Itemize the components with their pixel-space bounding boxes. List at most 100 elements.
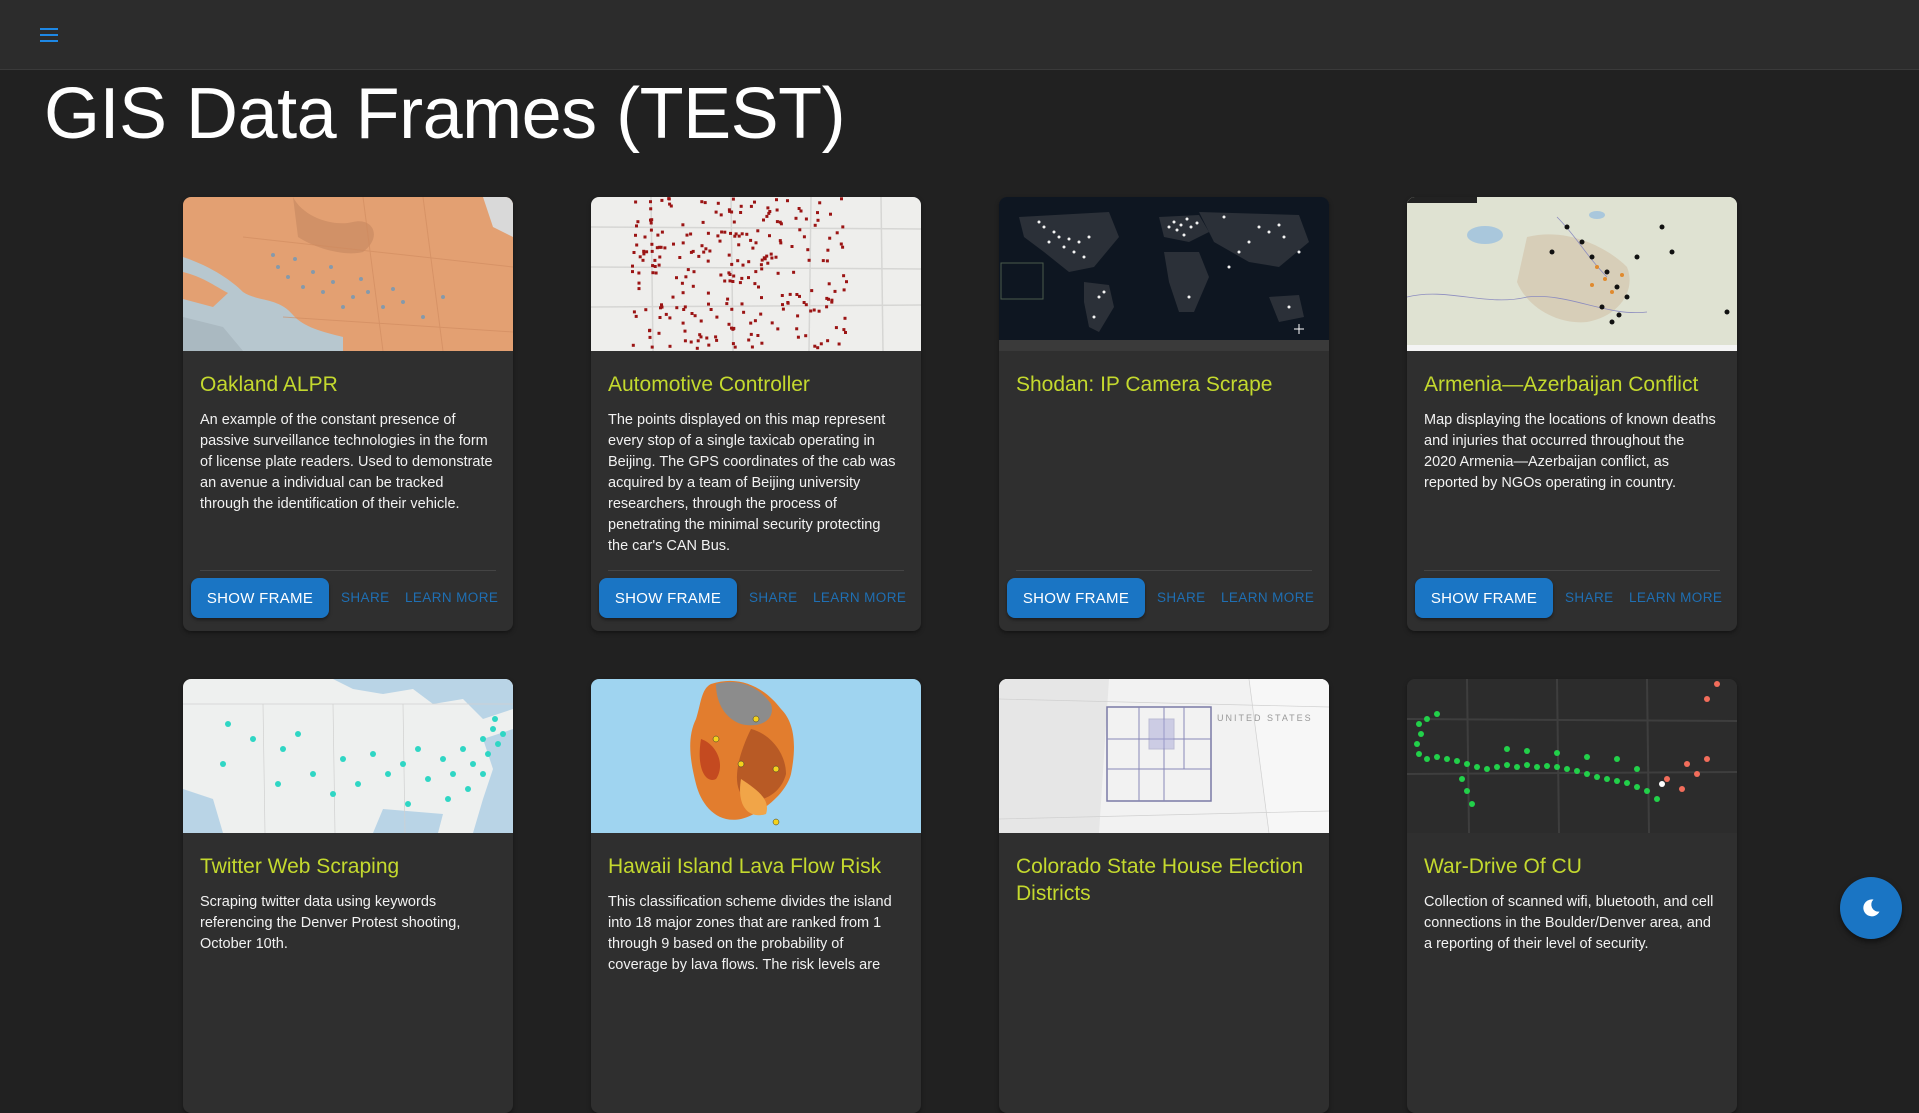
- taxi-stop-marker: [660, 303, 663, 307]
- taxi-stop-marker: [798, 294, 801, 298]
- learn-more-button[interactable]: LEARN MORE: [405, 590, 498, 605]
- taxi-stop-marker: [700, 200, 704, 204]
- taxi-stop-marker: [754, 270, 758, 274]
- page-title: GIS Data Frames (TEST): [44, 74, 846, 154]
- taxi-stop-marker: [664, 312, 668, 316]
- taxi-stop-marker: [816, 346, 820, 350]
- taxi-stop-marker: [775, 208, 779, 212]
- show-frame-button[interactable]: SHOW FRAME: [1415, 578, 1553, 618]
- card-divider: [608, 570, 904, 571]
- taxi-stop-marker: [649, 207, 653, 211]
- taxi-stop-marker: [751, 246, 755, 250]
- learn-more-button[interactable]: LEARN MORE: [813, 590, 906, 605]
- taxi-stop-marker: [651, 271, 655, 275]
- taxi-stop-marker: [775, 220, 779, 224]
- taxi-stop-marker: [699, 319, 703, 323]
- taxi-stop-marker: [737, 234, 741, 238]
- taxi-stop-marker: [741, 263, 745, 267]
- taxi-stop-marker: [754, 241, 758, 245]
- taxi-stop-marker: [718, 239, 722, 243]
- share-button[interactable]: SHARE: [749, 590, 798, 605]
- taxi-stop-marker: [749, 238, 753, 242]
- share-button[interactable]: SHARE: [341, 590, 390, 605]
- taxi-stop-marker: [816, 211, 819, 215]
- taxi-stop-marker: [682, 308, 686, 311]
- hamburger-menu-icon[interactable]: [34, 20, 64, 50]
- taxi-stop-marker: [645, 250, 649, 254]
- taxi-stop-marker: [649, 218, 652, 222]
- taxi-stop-marker: [825, 296, 829, 300]
- taxi-stop-marker: [637, 281, 641, 285]
- taxi-stop-marker: [700, 244, 704, 248]
- taxi-stop-marker: [740, 276, 744, 280]
- war-drive-map-thumbnail: [1407, 679, 1737, 833]
- card-title: Automotive Controller: [608, 373, 810, 396]
- taxi-stop-marker: [631, 343, 635, 347]
- card-description: This classification scheme divides the i…: [608, 894, 892, 973]
- taxi-stop-marker: [649, 228, 653, 232]
- taxi-stop-marker: [683, 305, 687, 309]
- taxi-stop-marker: [817, 309, 821, 313]
- card-title: Armenia—Azerbaijan Conflict: [1424, 373, 1699, 396]
- map-label: UNITED STATES: [1217, 713, 1313, 723]
- card-actions: SHOW FRAME SHARE LEARN MORE: [1407, 570, 1737, 631]
- show-frame-button[interactable]: SHOW FRAME: [191, 578, 329, 618]
- show-frame-button[interactable]: SHOW FRAME: [1007, 578, 1145, 618]
- taxi-stop-marker: [675, 306, 679, 310]
- taxi-stop-marker: [649, 221, 653, 225]
- taxi-stop-marker: [760, 296, 763, 300]
- taxi-stop-marker: [759, 312, 763, 316]
- card-description: The points displayed on this map represe…: [608, 412, 896, 554]
- armenia-azerbaijan-map-thumbnail: [1407, 197, 1737, 351]
- taxi-stop-marker: [770, 256, 774, 260]
- taxi-stop-marker: [756, 334, 760, 337]
- taxi-stop-marker: [697, 254, 701, 258]
- learn-more-button[interactable]: LEARN MORE: [1629, 590, 1722, 605]
- taxi-stop-marker: [839, 242, 843, 246]
- taxi-stop-marker: [821, 259, 825, 263]
- frame-card-automotive-controller: Automotive Controller The points display…: [591, 197, 921, 631]
- learn-more-button[interactable]: LEARN MORE: [1221, 590, 1314, 605]
- taxi-stop-marker: [681, 241, 685, 245]
- card-actions: SHOW FRAME SHARE LEARN MORE: [183, 570, 513, 631]
- taxi-stop-marker: [651, 264, 655, 268]
- frame-card-hawaii-lava-flow: Hawaii Island Lava Flow Risk This classi…: [591, 679, 921, 1113]
- card-description: An example of the constant presence of p…: [200, 412, 493, 512]
- taxi-stop-marker: [828, 236, 832, 240]
- taxi-stop-marker: [726, 297, 730, 301]
- taxi-stop-marker: [689, 232, 693, 236]
- taxi-stop-marker: [631, 264, 634, 268]
- taxi-stop-marker: [737, 243, 741, 247]
- taxi-stop-marker: [804, 217, 808, 221]
- card-divider: [1016, 570, 1312, 571]
- beijing-taxi-map-thumbnail: [591, 197, 921, 351]
- taxi-stop-marker: [809, 309, 813, 313]
- taxi-stop-marker: [691, 284, 695, 288]
- show-frame-button[interactable]: SHOW FRAME: [599, 578, 737, 618]
- taxi-stop-marker: [657, 263, 661, 267]
- share-button[interactable]: SHARE: [1565, 590, 1614, 605]
- taxi-stop-marker: [775, 198, 778, 202]
- taxi-stop-marker: [716, 234, 720, 238]
- taxi-stop-marker: [837, 342, 841, 346]
- taxi-stop-marker: [672, 242, 675, 246]
- dark-mode-toggle-button[interactable]: [1840, 877, 1902, 939]
- taxi-stop-marker: [681, 321, 685, 325]
- taxi-stop-marker: [825, 305, 829, 309]
- taxi-stop-marker: [632, 251, 636, 254]
- taxi-stop-marker: [812, 308, 816, 312]
- taxi-stop-marker: [703, 201, 707, 205]
- taxi-stop-marker: [818, 201, 822, 205]
- taxi-stop-marker: [790, 245, 794, 248]
- taxi-stop-marker: [668, 344, 672, 348]
- taxi-stop-marker: [767, 211, 771, 215]
- share-button[interactable]: SHARE: [1157, 590, 1206, 605]
- taxi-stop-marker: [707, 302, 710, 306]
- taxi-stop-marker: [779, 241, 783, 245]
- taxi-stop-marker: [650, 345, 654, 349]
- taxi-stop-marker: [648, 329, 651, 333]
- taxi-stop-marker: [644, 308, 648, 312]
- taxi-stop-marker: [795, 293, 799, 296]
- taxi-stop-marker: [796, 335, 800, 339]
- taxi-stop-marker: [760, 341, 764, 345]
